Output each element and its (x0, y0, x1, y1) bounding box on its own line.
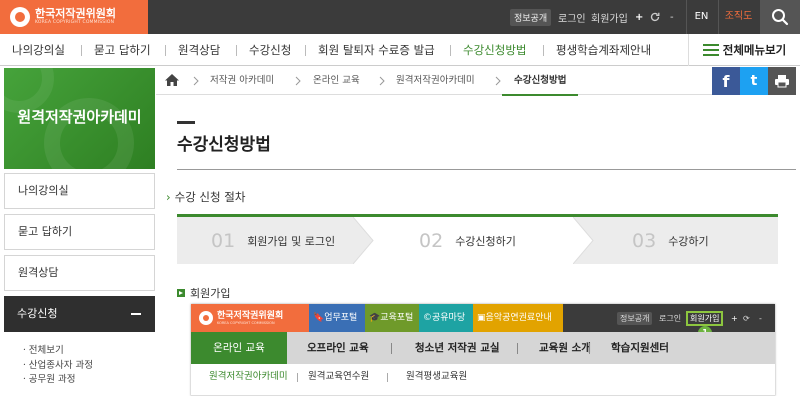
example-gnb-support: 학습지원센터 (611, 342, 669, 354)
page-title: 수강신청방법 (177, 135, 271, 155)
example-info-open: 정보공개 (617, 311, 653, 325)
breadcrumb-item[interactable]: 온라인 교육 (313, 67, 360, 95)
section-title: › 수강 신청 절차 (166, 190, 246, 204)
step-arrow-icon (573, 217, 594, 264)
example-logo: 한국저작권위원회 KOREA COPYRIGHT COMMISSION (191, 304, 309, 332)
step-label: 수강하기 (668, 234, 709, 248)
step-label: 수강신청하기 (455, 234, 516, 248)
title-accent (177, 121, 195, 124)
sidebar-sub-item[interactable]: ㆍ전체보기 (20, 344, 93, 359)
facebook-icon: f (722, 71, 730, 91)
chevron-right-icon (295, 76, 301, 86)
example-tab-edu-portal: 🎓교육포털 (365, 304, 419, 332)
logo-name-ko: 한국저작권위원회 (35, 7, 116, 20)
logo-mark-icon (10, 7, 30, 27)
zoom-out-button[interactable]: - (670, 12, 674, 23)
bullet-arrow-icon (177, 289, 185, 297)
zoom-in-button[interactable]: + (635, 12, 643, 23)
join-link[interactable]: 회원가입 (591, 10, 628, 25)
breadcrumb-item[interactable]: 저작권 아카데미 (210, 67, 274, 95)
main-nav: 나의강의실 묻고 답하기 원격상담 수강신청 회원 탈퇴자 수료증 발급 수강신… (0, 34, 800, 66)
sidebar-item-qna[interactable]: 묻고 답하기 (4, 214, 155, 250)
nav-qna[interactable]: 묻고 답하기 (94, 34, 151, 66)
sidebar-item-enroll-label: 수강신청 (17, 307, 58, 320)
example-join-highlight: 회원가입 (686, 310, 724, 326)
twitter-share-button[interactable]: t (740, 67, 768, 95)
twitter-icon: t (750, 73, 758, 89)
search-button[interactable] (760, 0, 800, 34)
step-1: 01 회원가입 및 로그인 (211, 217, 335, 264)
nav-my-classroom[interactable]: 나의강의실 (12, 34, 65, 66)
example-gnb-about: 교육원 소개 (539, 342, 591, 354)
nav-remote-counsel[interactable]: 원격상담 (178, 34, 220, 66)
example-sub-training: 원격교육연수원 (308, 371, 370, 382)
sidebar-sub-list: ㆍ전체보기 ㆍ산업종사자 과정 ㆍ공무원 과정 (20, 344, 93, 388)
arrow-right-icon: › (166, 190, 171, 204)
search-icon (772, 9, 789, 26)
logo-name-en: KOREA COPYRIGHT COMMISSION (35, 20, 115, 25)
step-3: 03 수강하기 (632, 217, 709, 264)
step-2: 02 수강신청하기 (373, 217, 573, 264)
nav-enroll[interactable]: 수강신청 (249, 34, 291, 66)
nav-certificate[interactable]: 회원 탈퇴자 수료증 발급 (318, 34, 435, 66)
example-logo-ko: 한국저작권위원회 (217, 310, 284, 321)
sidebar-item-remote-counsel[interactable]: 원격상담 (4, 255, 155, 291)
step-number: 01 (211, 229, 236, 252)
example-gnb-offline: 오프라인 교육 (307, 342, 369, 354)
example-tab-work-portal: 🔖업무포털 (309, 304, 365, 332)
breadcrumb-current: 수강신청방법 (502, 67, 579, 96)
hamburger-icon (702, 44, 719, 56)
breadcrumb: 저작권 아카데미 온라인 교육 원격저작권아카데미 수강신청방법 (156, 67, 712, 96)
step-number: 02 (419, 229, 444, 252)
print-button[interactable] (768, 67, 796, 95)
example-login: 로그인 (659, 313, 682, 323)
sidebar-item-enroll[interactable]: 수강신청 (4, 296, 155, 332)
chevron-right-icon (193, 76, 199, 86)
subsection-title: 회원가입 (177, 285, 230, 301)
step-label: 회원가입 및 로그인 (247, 234, 336, 248)
example-gnb-youth: 청소년 저작권 교실 (415, 342, 500, 354)
reset-zoom-icon[interactable] (649, 11, 661, 23)
chevron-right-icon (495, 76, 501, 86)
example-tab-music-fee: ▣음악공연권료안내 (473, 304, 563, 332)
site-logo[interactable]: 한국저작권위원회 KOREA COPYRIGHT COMMISSION (0, 0, 148, 34)
chevron-right-icon (379, 76, 385, 86)
all-menu-button[interactable]: 전체메뉴보기 (688, 34, 800, 66)
title-divider (177, 169, 796, 170)
example-sub-academy: 원격저작권아카데미 (209, 371, 288, 382)
login-link[interactable]: 로그인 (558, 10, 586, 25)
step-arrow-icon (353, 217, 375, 264)
example-screenshot: 한국저작권위원회 KOREA COPYRIGHT COMMISSION 🔖업무포… (191, 304, 775, 396)
step-number: 03 (632, 229, 657, 252)
org-chart-link[interactable]: 조직도 (718, 0, 758, 34)
print-icon (775, 75, 789, 88)
sidebar-banner-title: 원격저작권아카데미 (17, 108, 142, 126)
example-plus: + (731, 313, 738, 323)
info-open-link[interactable]: 정보공개 (510, 8, 552, 26)
process-steps: 01 회원가입 및 로그인 02 수강신청하기 03 수강하기 (177, 214, 778, 264)
sidebar-banner: 원격저작권아카데미 (4, 68, 155, 169)
example-minus: - (759, 313, 762, 323)
top-bar: 한국저작권위원회 KOREA COPYRIGHT COMMISSION 정보공개… (0, 0, 800, 34)
collapse-icon (131, 313, 141, 315)
sidebar-item-my-classroom[interactable]: 나의강의실 (4, 173, 155, 209)
example-tab-share: ©공유마당 (419, 304, 473, 332)
sidebar-sub-item[interactable]: ㆍ산업종사자 과정 (20, 359, 93, 374)
nav-lifelong-account[interactable]: 평생학습계좌제안내 (556, 34, 651, 66)
logo-mark-icon (199, 311, 213, 325)
all-menu-label: 전체메뉴보기 (722, 43, 787, 57)
facebook-share-button[interactable]: f (712, 67, 740, 95)
home-icon[interactable] (164, 73, 180, 87)
example-sub-lifelong: 원격평생교육원 (406, 371, 468, 382)
example-gnb-online: 온라인 교육 (191, 332, 287, 364)
nav-enroll-method[interactable]: 수강신청방법 (463, 34, 526, 66)
lang-en-link[interactable]: EN (686, 0, 716, 34)
example-logo-en: KOREA COPYRIGHT COMMISSION (217, 320, 275, 325)
breadcrumb-item[interactable]: 원격저작권아카데미 (396, 67, 475, 95)
sidebar-sub-item[interactable]: ㆍ공무원 과정 (20, 373, 93, 388)
